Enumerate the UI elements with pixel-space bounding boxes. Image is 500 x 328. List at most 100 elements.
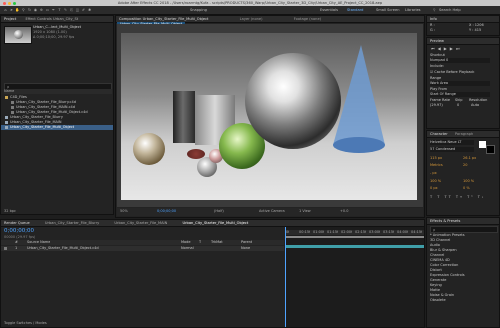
snapping-toggle[interactable]: Snapping [190,8,207,13]
font-style-dropdown[interactable]: 57 Condensed [430,147,474,152]
frame-rate-dropdown[interactable]: (29.97) [430,103,443,108]
search-help-field[interactable]: Search Help [439,8,461,13]
current-time-display[interactable]: 0;00;00;00 [157,209,176,214]
comp-thumbnail [4,26,32,44]
brush-tool-icon[interactable]: ✎ [63,8,68,12]
composition-viewer[interactable] [121,33,417,200]
tab-footage[interactable]: Footage (none) [294,17,321,21]
shortcut-dropdown[interactable]: Numpad 0 [430,58,490,63]
type-tool-icon[interactable]: T [57,8,62,12]
exposure-value[interactable]: +0.0 [340,209,349,214]
skip-field[interactable]: 0 [457,103,459,108]
info-y: Y : 415 [469,28,482,32]
workspace-essentials[interactable]: Essentials [320,8,338,13]
horizontal-scale-field[interactable]: 100 % [463,179,474,184]
ruler-tick-label: 01:15f [327,230,339,234]
workspace-small-screen[interactable]: Small Screen [376,8,399,13]
bit-depth-button[interactable]: 32 bpc [4,209,16,214]
zoom-window-button[interactable] [13,1,16,5]
last-frame-icon[interactable]: ⏭ [456,46,463,51]
toggle-switches-modes[interactable]: Toggle Switches / Modes [4,321,47,326]
col-source-name[interactable]: Source Name [27,240,50,245]
ruler-tick-label: 02:15f [355,230,367,234]
close-window-button[interactable] [3,1,6,5]
tab-comp-multi-object[interactable]: Urban_City_Starter_File_Multi_Object [182,221,248,225]
ruler-tick-label: 02:00f [341,230,353,234]
project-item-list: C4D_Files Urban_City_Starter_File_Blurry… [1,95,113,130]
roto-brush-tool-icon[interactable]: ✐ [81,8,86,12]
search-help-icon: ⚲ [433,7,436,12]
rotate-tool-icon[interactable]: ↻ [27,8,32,12]
project-panel-header: Project Effect Controls Urban_City_St [1,16,113,23]
tab-comp-main[interactable]: Urban_City_Starter_File_MAIN [114,221,167,225]
zoom-tool-icon[interactable]: ⚲ [21,8,26,12]
views-dropdown[interactable]: 1 View [299,209,311,214]
magnification-dropdown[interactable]: 50% [120,209,128,214]
timeline-graph-area[interactable]: 0f 00:15f 01:00f 01:15f 02:00f 02:15f 03… [285,227,424,327]
visibility-eye-icon[interactable] [4,247,7,250]
range-dropdown[interactable]: Work Area [430,81,490,86]
cache-before-playback-checkbox[interactable]: ☑ Cache Before Playback [430,70,474,75]
camera-tool-icon[interactable]: ◉ [33,8,38,12]
tab-composition[interactable]: Composition Urban_City_Starter_File_Mult… [119,17,208,21]
tab-layer[interactable]: Layer (none) [240,17,263,21]
leading-field[interactable]: 26.1 px [463,156,476,161]
text-style-buttons[interactable]: T T TT Tт T¹ T₁ [430,195,485,200]
table-row[interactable]: 1 Urban_City_Starter_File_Multi_Object.c… [1,246,284,251]
minimize-window-button[interactable] [8,1,11,5]
list-item-selected[interactable]: Urban_City_Starter_File_Multi_Object [1,125,113,130]
effects-search-input[interactable]: ρ [430,226,498,233]
tracking-field[interactable]: 20 [463,163,467,168]
play-from-dropdown[interactable]: Start Of Range [430,92,490,97]
layer-mode-dropdown[interactable]: Normal [181,246,194,251]
ruler-tick-label: 03:00f [369,230,381,234]
work-area-bar[interactable] [285,236,424,238]
playhead[interactable] [285,227,286,327]
stroke-color-swatch[interactable] [486,145,495,154]
first-frame-icon[interactable]: ⏮ [431,46,438,51]
tab-effect-controls[interactable]: Effect Controls Urban_City_St [25,17,78,21]
vertical-scale-field[interactable]: 100 % [430,179,441,184]
layer-parent-dropdown[interactable]: None [241,246,250,251]
tsume-field[interactable]: 0 % [463,186,470,191]
time-ruler[interactable]: 0f 00:15f 01:00f 01:15f 02:00f 02:15f 03… [285,230,424,235]
pan-behind-tool-icon[interactable]: ⊕ [39,8,44,12]
blue-glass-cone [333,45,385,153]
tab-comp-blurry[interactable]: Urban_City_Starter_File_Blurry [45,221,99,225]
clone-stamp-tool-icon[interactable]: ⎘ [69,8,74,12]
font-family-dropdown[interactable]: Helvetica Neue LT [430,140,474,145]
layer-duration-bar[interactable] [285,245,424,248]
workspace-standard[interactable]: Standard [347,8,363,13]
preview-panel: Preview ⏮◀▶▶⏭ Shortcut Numpad 0 Include:… [426,37,500,129]
eraser-tool-icon[interactable]: ◫ [75,8,80,12]
resolution-dropdown[interactable]: (Half) [214,209,224,214]
hand-tool-icon[interactable]: ✋ [15,8,20,12]
workspace-libraries[interactable]: Libraries [405,8,421,13]
kerning-field[interactable]: Metrics [430,163,443,168]
ruler-tick-label: 0f [286,230,290,234]
puppet-tool-icon[interactable]: ✱ [87,8,92,12]
tab-project[interactable]: Project [4,17,16,21]
ruler-tick-label: 03:15f [383,230,395,234]
ruler-tick-label: 01:00f [313,230,325,234]
stroke-width-field[interactable]: - px [430,171,437,176]
rectangle-tool-icon[interactable]: ▭ [45,8,50,12]
tools-toolbar: ⌂ ➤ ✋ ⚲ ↻ ◉ ⊕ ▭ ✒ T ✎ ⎘ ◫ ✐ ✱ Snapping E… [0,6,500,15]
layer-name[interactable]: Urban_City_Starter_File_Multi_Object.c4d [27,246,99,251]
effects-category[interactable]: Obsolete [430,298,498,303]
tab-character[interactable]: Character [430,132,448,136]
baseline-shift-field[interactable]: 0 px [430,186,438,191]
fill-color-swatch[interactable] [479,141,486,148]
home-icon[interactable]: ⌂ [3,8,8,12]
tab-render-queue[interactable]: Render Queue [4,221,30,225]
resolution-dropdown[interactable]: Auto [471,103,479,108]
project-column-name[interactable]: Name [4,89,112,94]
layer-column-headers: # Source Name Mode T TrkMat Parent [1,240,284,245]
selection-tool-icon[interactable]: ➤ [9,8,14,12]
pen-tool-icon[interactable]: ✒ [51,8,56,12]
thumbnail-sphere [14,30,23,39]
timeline-current-time[interactable]: 0;00;00;00 [4,228,34,234]
camera-dropdown[interactable]: Active Camera [259,209,285,214]
tab-paragraph[interactable]: Paragraph [455,132,473,136]
font-size-field[interactable]: 115 px [430,156,442,161]
